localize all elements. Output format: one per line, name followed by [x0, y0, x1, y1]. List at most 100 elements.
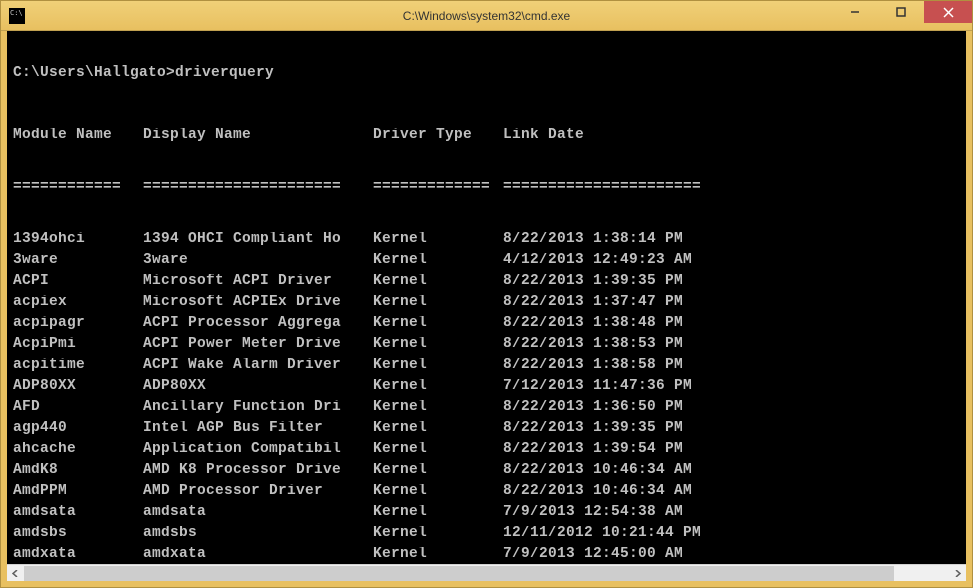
table-row: AmdK8AMD K8 Processor DriveKernel8/22/20… [13, 463, 960, 484]
cell-type: Kernel [373, 316, 503, 332]
cell-display: Application Compatibil [143, 442, 373, 458]
cell-module: AFD [13, 400, 143, 416]
minimize-icon [850, 7, 860, 17]
close-button[interactable] [924, 1, 972, 23]
cell-date: 7/12/2013 11:47:36 PM [503, 379, 743, 395]
scroll-track[interactable] [24, 565, 949, 581]
table-row: 1394ohci1394 OHCI Compliant HoKernel8/22… [13, 232, 960, 253]
scroll-right-button[interactable] [949, 565, 966, 581]
cell-module: agp440 [13, 421, 143, 437]
cell-display: Intel AGP Bus Filter [143, 421, 373, 437]
cell-display: ACPI Processor Aggrega [143, 316, 373, 332]
horizontal-scrollbar[interactable] [7, 564, 966, 581]
cell-date: 8/22/2013 1:38:48 PM [503, 316, 743, 332]
table-row: AmdPPMAMD Processor DriverKernel8/22/201… [13, 484, 960, 505]
cell-type: Kernel [373, 421, 503, 437]
window-controls [832, 1, 972, 23]
close-icon [943, 7, 954, 18]
maximize-icon [896, 7, 906, 17]
cell-type: Kernel [373, 442, 503, 458]
cell-date: 12/11/2012 10:21:44 PM [503, 526, 743, 542]
cell-module: AcpiPmi [13, 337, 143, 353]
cell-type: Kernel [373, 547, 503, 563]
cell-display: 1394 OHCI Compliant Ho [143, 232, 373, 248]
cmd-icon [9, 8, 25, 24]
cell-date: 8/22/2013 1:38:58 PM [503, 358, 743, 374]
cell-module: AmdK8 [13, 463, 143, 479]
cell-display: ACPI Power Meter Drive [143, 337, 373, 353]
terminal-output[interactable]: C:\Users\Hallgato>driverquery Module Nam… [1, 31, 972, 564]
cell-type: Kernel [373, 505, 503, 521]
cell-display: Microsoft ACPIEx Drive [143, 295, 373, 311]
cell-date: 7/9/2013 12:45:00 AM [503, 547, 743, 563]
table-row: acpiexMicrosoft ACPIEx DriveKernel8/22/2… [13, 295, 960, 316]
rows-container: 1394ohci1394 OHCI Compliant HoKernel8/22… [13, 232, 960, 565]
cell-date: 8/22/2013 1:39:35 PM [503, 421, 743, 437]
chevron-left-icon [12, 570, 19, 577]
header-date: Link Date [503, 128, 743, 144]
maximize-button[interactable] [878, 1, 924, 23]
cell-module: amdsata [13, 505, 143, 521]
minimize-button[interactable] [832, 1, 878, 23]
table-row: agp440Intel AGP Bus FilterKernel8/22/201… [13, 421, 960, 442]
cell-type: Kernel [373, 253, 503, 269]
cell-type: Kernel [373, 526, 503, 542]
chevron-right-icon [954, 570, 961, 577]
cell-module: AmdPPM [13, 484, 143, 500]
table-row: ACPIMicrosoft ACPI DriverKernel8/22/2013… [13, 274, 960, 295]
cell-display: Ancillary Function Dri [143, 400, 373, 416]
table-row: acpitimeACPI Wake Alarm DriverKernel8/22… [13, 358, 960, 379]
cell-module: acpitime [13, 358, 143, 374]
cell-type: Kernel [373, 337, 503, 353]
cell-type: Kernel [373, 358, 503, 374]
header-display: Display Name [143, 128, 373, 144]
cell-type: Kernel [373, 295, 503, 311]
cell-display: amdsbs [143, 526, 373, 542]
cell-date: 8/22/2013 1:38:14 PM [503, 232, 743, 248]
cell-type: Kernel [373, 379, 503, 395]
table-row: acpipagrACPI Processor AggregaKernel8/22… [13, 316, 960, 337]
titlebar[interactable]: C:\Windows\system32\cmd.exe [1, 1, 972, 31]
cell-module: ahcache [13, 442, 143, 458]
table-header: Module NameDisplay NameDriver TypeLink D… [13, 128, 960, 149]
scroll-thumb[interactable] [24, 566, 894, 581]
cell-display: 3ware [143, 253, 373, 269]
cell-date: 8/22/2013 1:38:53 PM [503, 337, 743, 353]
cell-display: ACPI Wake Alarm Driver [143, 358, 373, 374]
window-title: C:\Windows\system32\cmd.exe [403, 9, 570, 23]
cell-module: ADP80XX [13, 379, 143, 395]
cell-display: AMD Processor Driver [143, 484, 373, 500]
cell-date: 8/22/2013 10:46:34 AM [503, 463, 743, 479]
cell-module: 3ware [13, 253, 143, 269]
cell-module: acpiex [13, 295, 143, 311]
cell-display: AMD K8 Processor Drive [143, 463, 373, 479]
table-row: ahcacheApplication CompatibilKernel8/22/… [13, 442, 960, 463]
cell-date: 4/12/2013 12:49:23 AM [503, 253, 743, 269]
separator-row: ========================================… [13, 180, 960, 201]
cell-display: Microsoft ACPI Driver [143, 274, 373, 290]
table-row: amdxataamdxataKernel7/9/2013 12:45:00 AM [13, 547, 960, 565]
cell-display: ADP80XX [143, 379, 373, 395]
table-row: AcpiPmiACPI Power Meter DriveKernel8/22/… [13, 337, 960, 358]
cmd-window: C:\Windows\system32\cmd.exe C:\Users\Hal… [0, 0, 973, 588]
table-row: ADP80XXADP80XXKernel7/12/2013 11:47:36 P… [13, 379, 960, 400]
cell-module: acpipagr [13, 316, 143, 332]
cell-date: 8/22/2013 1:39:35 PM [503, 274, 743, 290]
cell-type: Kernel [373, 463, 503, 479]
prompt-line: C:\Users\Hallgato>driverquery [13, 66, 960, 82]
cell-type: Kernel [373, 274, 503, 290]
cell-module: amdxata [13, 547, 143, 563]
cell-date: 8/22/2013 10:46:34 AM [503, 484, 743, 500]
header-module: Module Name [13, 128, 143, 144]
cell-module: ACPI [13, 274, 143, 290]
cell-date: 8/22/2013 1:39:54 PM [503, 442, 743, 458]
cell-date: 8/22/2013 1:36:50 PM [503, 400, 743, 416]
cell-date: 8/22/2013 1:37:47 PM [503, 295, 743, 311]
table-row: amdsbsamdsbsKernel12/11/2012 10:21:44 PM [13, 526, 960, 547]
cell-display: amdxata [143, 547, 373, 563]
window-rim [1, 581, 972, 587]
header-type: Driver Type [373, 128, 503, 144]
scroll-left-button[interactable] [7, 565, 24, 581]
cell-type: Kernel [373, 400, 503, 416]
table-row: amdsataamdsataKernel7/9/2013 12:54:38 AM [13, 505, 960, 526]
